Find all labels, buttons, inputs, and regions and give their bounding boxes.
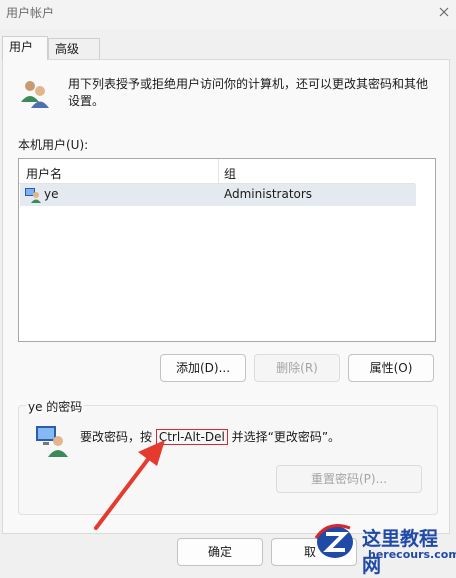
password-group bbox=[18, 405, 438, 515]
user-icon bbox=[24, 186, 42, 207]
user-computer-icon bbox=[34, 424, 70, 461]
column-header-group[interactable]: 组 bbox=[224, 165, 236, 182]
annotation-arrow-icon bbox=[94, 440, 165, 530]
user-name-cell: ye bbox=[44, 187, 59, 201]
watermark: 这里教程网 herecours.com bbox=[296, 516, 456, 577]
table-row[interactable] bbox=[20, 184, 416, 206]
remove-user-button[interactable]: 删除(R) bbox=[254, 354, 340, 382]
password-text-after: 并选择“更改密码”。 bbox=[227, 430, 341, 444]
add-user-button[interactable]: 添加(D)... bbox=[160, 354, 246, 382]
watermark-url: herecours.com bbox=[368, 548, 456, 561]
title-bar bbox=[0, 0, 456, 30]
column-divider[interactable] bbox=[218, 159, 219, 183]
properties-button[interactable]: 属性(O) bbox=[348, 354, 434, 382]
list-header bbox=[19, 159, 415, 184]
password-group-title: ye 的密码 bbox=[26, 398, 85, 415]
users-icon bbox=[18, 78, 52, 115]
ok-button[interactable]: 确定 bbox=[177, 538, 263, 566]
window-title: 用户帐户 bbox=[6, 6, 55, 20]
tab-advanced[interactable]: 高级 bbox=[48, 38, 100, 59]
description-text: 用下列表授予或拒绝用户访问你的计算机，还可以更改其密码和其他设置。 bbox=[68, 77, 429, 108]
tab-users[interactable]: 用户 bbox=[2, 36, 48, 60]
users-list-label: 本机用户(U): bbox=[18, 138, 89, 152]
column-header-username[interactable]: 用户名 bbox=[26, 165, 62, 182]
close-icon[interactable] bbox=[434, 2, 454, 22]
reset-password-button[interactable]: 重置密码(P)... bbox=[276, 465, 422, 493]
watermark-logo-icon bbox=[314, 524, 353, 558]
user-group-cell: Administrators bbox=[224, 187, 313, 201]
